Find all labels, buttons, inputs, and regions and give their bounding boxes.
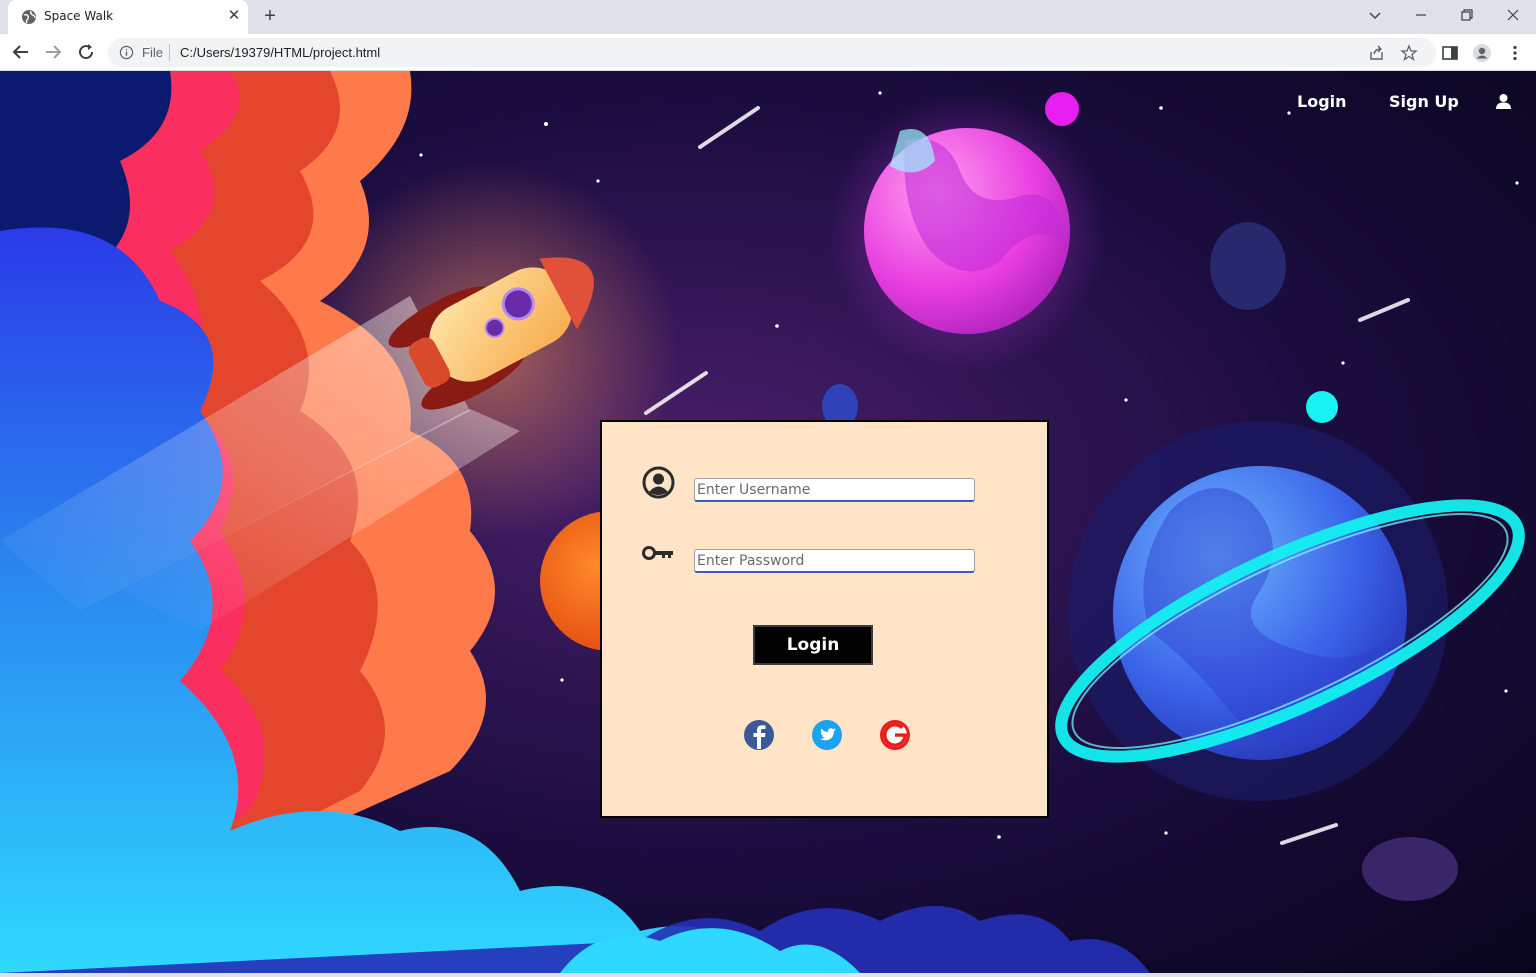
page-viewport: Login Sign Up Login: [0, 71, 1536, 973]
url-divider: [169, 44, 170, 61]
side-panel-icon[interactable]: [1440, 43, 1460, 63]
user-icon[interactable]: [1495, 93, 1512, 110]
info-icon[interactable]: [119, 45, 134, 60]
url-text[interactable]: C:/Users/19379/HTML/project.html: [180, 45, 380, 60]
profile-avatar-icon[interactable]: [1472, 43, 1492, 63]
browser-toolbar: File C:/Users/19379/HTML/project.html: [0, 34, 1536, 71]
new-tab-button[interactable]: +: [260, 5, 280, 27]
kebab-menu-icon[interactable]: [1505, 43, 1525, 63]
key-icon: [642, 546, 673, 560]
minimize-icon[interactable]: [1409, 5, 1433, 25]
bookmark-star-icon[interactable]: [1400, 44, 1418, 62]
browser-tab-strip: Space Walk ✕ +: [0, 0, 1536, 34]
password-input[interactable]: [694, 549, 975, 573]
tab-close-icon[interactable]: ✕: [226, 8, 242, 24]
google-icon[interactable]: [875, 719, 915, 751]
user-circle-icon: [642, 466, 675, 499]
login-submit-button[interactable]: Login: [753, 625, 873, 665]
file-scheme-label: File: [142, 45, 163, 60]
tab-search-icon[interactable]: [1363, 5, 1387, 25]
username-input[interactable]: [694, 478, 975, 502]
close-window-icon[interactable]: [1501, 5, 1525, 25]
forward-arrow-icon[interactable]: [41, 40, 65, 64]
address-bar[interactable]: File C:/Users/19379/HTML/project.html: [108, 38, 1436, 67]
reload-icon[interactable]: [74, 40, 98, 64]
back-arrow-icon[interactable]: [9, 40, 33, 64]
twitter-icon[interactable]: [807, 719, 847, 751]
restore-icon[interactable]: [1455, 5, 1479, 25]
nav-login-link[interactable]: Login: [1297, 92, 1347, 111]
login-form: Login: [600, 420, 1049, 818]
share-icon[interactable]: [1368, 44, 1386, 62]
nav-signup-link[interactable]: Sign Up: [1389, 92, 1459, 111]
globe-icon: [22, 10, 36, 24]
facebook-icon[interactable]: [739, 719, 779, 751]
tab-title: Space Walk: [44, 9, 114, 23]
browser-tab[interactable]: Space Walk ✕: [8, 0, 248, 34]
